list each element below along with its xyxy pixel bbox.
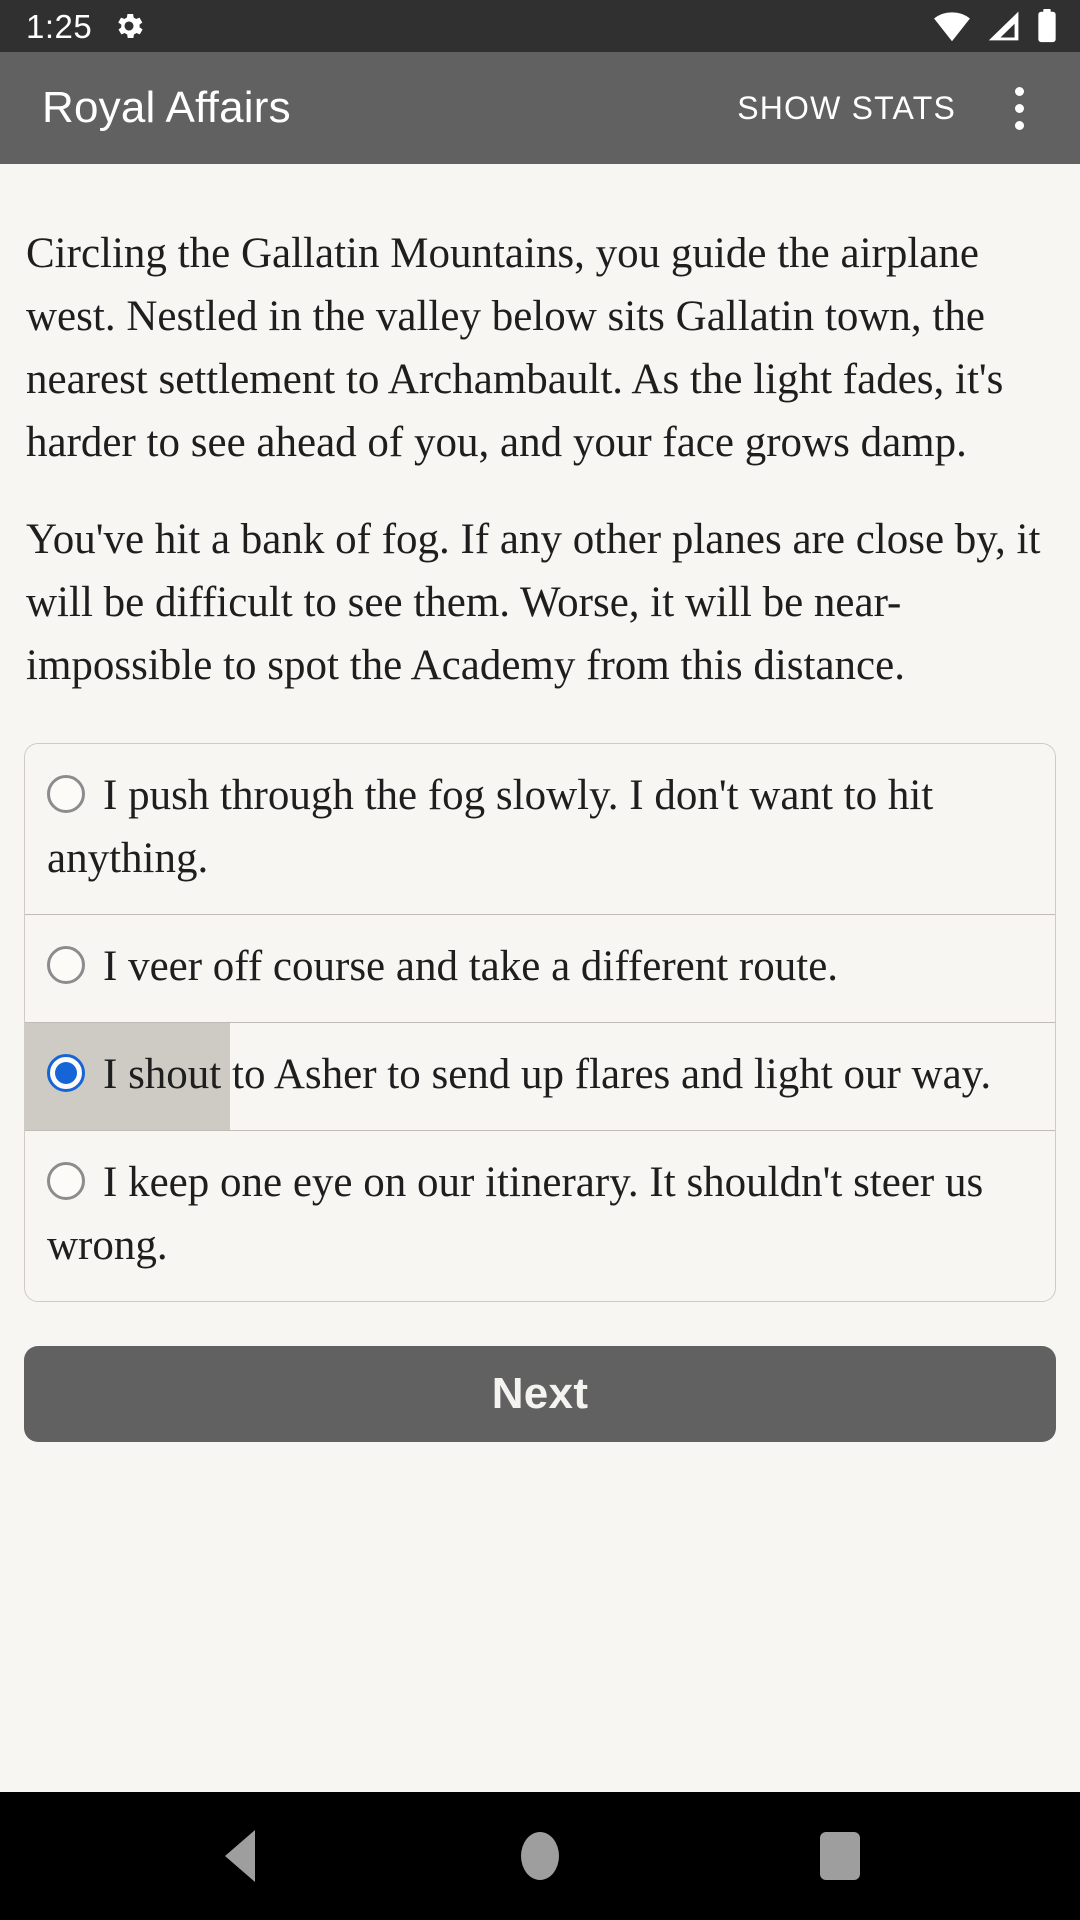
choice-option-3-row: I shout to Asher to send up flares and l… xyxy=(47,1051,991,1098)
status-left-icons xyxy=(112,9,146,43)
radio-button-unchecked-icon[interactable] xyxy=(47,775,85,813)
story-text: Circling the Gallatin Mountains, you gui… xyxy=(24,222,1056,697)
radio-button-unchecked-icon[interactable] xyxy=(47,946,85,984)
choice-option-2-label: I veer off course and take a different r… xyxy=(103,943,839,990)
app-bar: Royal Affairs SHOW STATS xyxy=(0,52,1080,164)
overflow-dot xyxy=(1014,103,1024,113)
choice-option-4-row: I keep one eye on our itinerary. It shou… xyxy=(47,1159,983,1269)
recents-square xyxy=(820,1832,860,1880)
back-triangle xyxy=(225,1830,255,1882)
story-content: Circling the Gallatin Mountains, you gui… xyxy=(0,164,1080,1792)
choice-option-1-row: I push through the fog slowly. I don't w… xyxy=(47,772,933,882)
status-time: 1:25 xyxy=(26,7,93,45)
more-vert-icon[interactable] xyxy=(982,71,1056,145)
wifi-icon xyxy=(932,10,972,42)
choice-option-1-label: I push through the fog slowly. I don't w… xyxy=(47,772,934,882)
story-paragraph: You've hit a bank of fog. If any other p… xyxy=(26,516,1041,689)
android-navigation-bar xyxy=(0,1792,1080,1920)
battery-icon xyxy=(1036,9,1058,43)
choice-option-1[interactable]: I push through the fog slowly. I don't w… xyxy=(25,744,1055,914)
next-button[interactable]: Next xyxy=(24,1346,1056,1442)
choice-option-2[interactable]: I veer off course and take a different r… xyxy=(25,914,1055,1022)
choice-option-3[interactable]: I shout to Asher to send up flares and l… xyxy=(25,1022,1055,1130)
page-title: Royal Affairs xyxy=(42,83,291,132)
choice-option-4[interactable]: I keep one eye on our itinerary. It shou… xyxy=(25,1130,1055,1301)
home-circle xyxy=(521,1832,559,1880)
choice-option-4-label: I keep one eye on our itinerary. It shou… xyxy=(47,1159,984,1269)
status-bar: 1:25 xyxy=(0,0,1080,52)
radio-button-unchecked-icon[interactable] xyxy=(47,1162,85,1200)
settings-gear-icon xyxy=(112,9,146,43)
recents-icon[interactable] xyxy=(770,1811,910,1901)
cell-signal-icon xyxy=(986,10,1022,42)
back-icon[interactable] xyxy=(170,1811,310,1901)
home-icon[interactable] xyxy=(470,1811,610,1901)
choice-list: I push through the fog slowly. I don't w… xyxy=(24,743,1056,1302)
choice-option-3-label: I shout to Asher to send up flares and l… xyxy=(103,1051,992,1098)
phone-screen: 1:25 Royal Affairs SHOW STATS Circling t… xyxy=(0,0,1080,1920)
status-right-icons xyxy=(932,9,1058,43)
show-stats-button[interactable]: SHOW STATS xyxy=(719,80,974,137)
overflow-dot xyxy=(1014,86,1024,96)
choice-option-2-row: I veer off course and take a different r… xyxy=(47,943,838,990)
overflow-dot xyxy=(1014,120,1024,130)
story-paragraph: Circling the Gallatin Mountains, you gui… xyxy=(26,230,1004,466)
radio-button-checked-icon[interactable] xyxy=(47,1054,85,1092)
